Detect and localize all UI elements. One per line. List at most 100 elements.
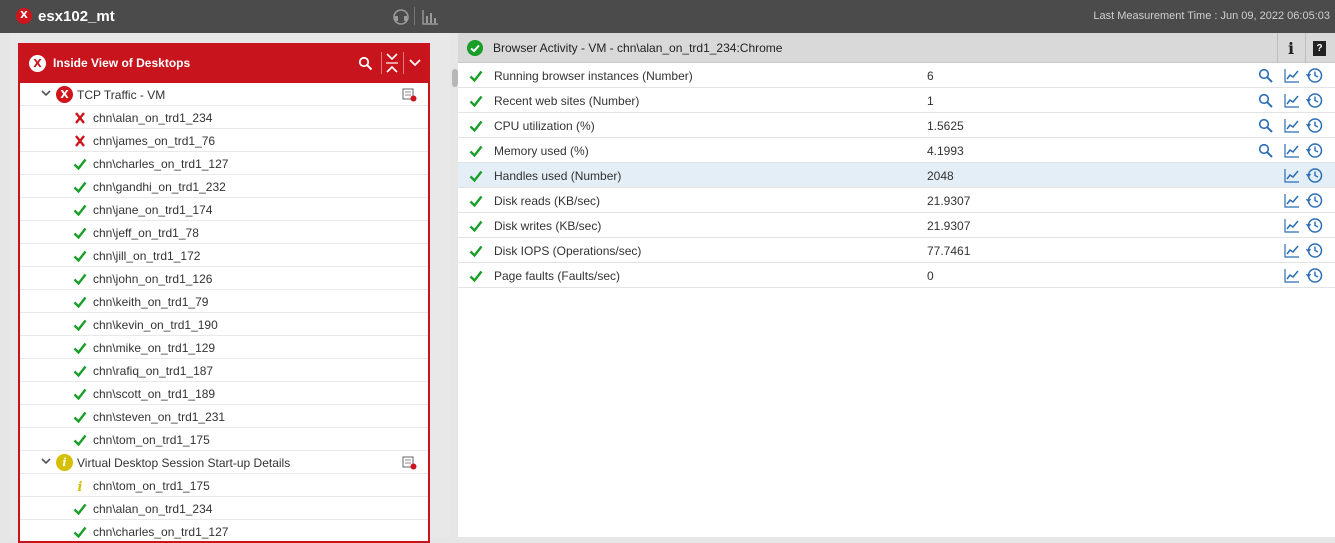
metric-row[interactable]: Disk IOPS (Operations/sec) 77.7461: [458, 238, 1335, 263]
tree-item-label: chn\alan_on_trd1_234: [93, 502, 213, 516]
check-icon: [469, 170, 483, 183]
tree-item[interactable]: chn\rafiq_on_trd1_187: [20, 359, 428, 382]
metric-name: Running browser instances (Number): [494, 69, 693, 83]
metric-row[interactable]: Page faults (Faults/sec) 0: [458, 263, 1335, 288]
chevron-down-icon[interactable]: [41, 456, 51, 466]
panel-header: X Inside View of Desktops: [20, 43, 428, 83]
tree-item[interactable]: chn\jill_on_trd1_172: [20, 244, 428, 267]
line-chart-icon[interactable]: [1284, 118, 1300, 133]
metric-name: Recent web sites (Number): [494, 94, 640, 108]
ok-status-icon: [467, 40, 483, 56]
line-chart-icon[interactable]: [1284, 68, 1300, 83]
help-button[interactable]: ?: [1313, 41, 1326, 56]
search-icon[interactable]: [358, 56, 373, 71]
tree-group-label: Virtual Desktop Session Start-up Details: [77, 456, 291, 470]
tree-item-label: chn\rafiq_on_trd1_187: [93, 364, 214, 378]
detailed-diagnosis-search-icon[interactable]: [1258, 68, 1273, 83]
tree-group[interactable]: i Virtual Desktop Session Start-up Detail…: [20, 451, 428, 474]
history-icon[interactable]: [1306, 242, 1323, 259]
history-icon[interactable]: [1306, 267, 1323, 284]
history-icon[interactable]: [1306, 67, 1323, 84]
check-icon: [469, 120, 483, 133]
check-icon: [73, 158, 87, 171]
divider: [403, 52, 404, 74]
tree-item[interactable]: chn\john_on_trd1_126: [20, 267, 428, 290]
metric-row[interactable]: Memory used (%) 4.1993: [458, 138, 1335, 163]
line-chart-icon[interactable]: [1284, 93, 1300, 108]
error-x-icon: [75, 112, 85, 124]
metric-row[interactable]: CPU utilization (%) 1.5625: [458, 113, 1335, 138]
tree-item-label: chn\alan_on_trd1_234: [93, 111, 213, 125]
collapse-all-icon[interactable]: [384, 52, 400, 74]
check-icon: [73, 342, 87, 355]
tree-item[interactable]: chn\kevin_on_trd1_190: [20, 313, 428, 336]
tree-item[interactable]: chn\james_on_trd1_76: [20, 129, 428, 152]
error-status-icon: X: [16, 8, 32, 24]
tree-item[interactable]: chn\charles_on_trd1_127: [20, 152, 428, 175]
line-chart-icon[interactable]: [1284, 193, 1300, 208]
metric-row[interactable]: Running browser instances (Number) 6: [458, 63, 1335, 88]
metric-row[interactable]: Handles used (Number) 2048: [458, 163, 1335, 188]
history-icon[interactable]: [1306, 192, 1323, 209]
tree-item[interactable]: chn\scott_on_trd1_189: [20, 382, 428, 405]
line-chart-icon[interactable]: [1284, 268, 1300, 283]
tree-item[interactable]: chn\alan_on_trd1_234: [20, 106, 428, 129]
test-title: Browser Activity - VM - chn\alan_on_trd1…: [493, 41, 783, 55]
left-pane: X Inside View of Desktops X TCP Traffic -…: [9, 33, 458, 543]
tree-item-label: chn\keith_on_trd1_79: [93, 295, 209, 309]
tree-item[interactable]: chn\jane_on_trd1_174: [20, 198, 428, 221]
tree-item[interactable]: i chn\tom_on_trd1_175: [20, 474, 428, 497]
svg-text:i: i: [78, 480, 83, 493]
metric-value: 4.1993: [927, 144, 964, 158]
right-pane: Browser Activity - VM - chn\alan_on_trd1…: [458, 33, 1335, 537]
detailed-diagnosis-search-icon[interactable]: [1258, 118, 1273, 133]
tree-item[interactable]: chn\mike_on_trd1_129: [20, 336, 428, 359]
check-icon: [73, 296, 87, 309]
history-icon[interactable]: [1306, 92, 1323, 109]
metric-name: Disk IOPS (Operations/sec): [494, 244, 642, 258]
check-icon: [469, 95, 483, 108]
history-icon[interactable]: [1306, 117, 1323, 134]
line-chart-icon[interactable]: [1284, 243, 1300, 258]
top-bar: X esx102_mt Last Measurement Time : Jun …: [0, 0, 1335, 33]
export-icon[interactable]: [402, 87, 417, 102]
detailed-diagnosis-search-icon[interactable]: [1258, 93, 1273, 108]
history-icon[interactable]: [1306, 142, 1323, 159]
export-icon[interactable]: [402, 455, 417, 470]
tree-item[interactable]: chn\jeff_on_trd1_78: [20, 221, 428, 244]
check-icon: [73, 250, 87, 263]
check-icon: [73, 204, 87, 217]
line-chart-icon[interactable]: [1284, 143, 1300, 158]
metric-row[interactable]: Disk writes (KB/sec) 21.9307: [458, 213, 1335, 238]
info-button[interactable]: i: [1284, 39, 1298, 58]
metric-row[interactable]: Disk reads (KB/sec) 21.9307: [458, 188, 1335, 213]
tree-item[interactable]: chn\charles_on_trd1_127: [20, 520, 428, 541]
tree-item[interactable]: chn\gandhi_on_trd1_232: [20, 175, 428, 198]
tree-group[interactable]: X TCP Traffic - VM: [20, 83, 428, 106]
line-chart-icon[interactable]: [1284, 168, 1300, 183]
tree-item[interactable]: chn\keith_on_trd1_79: [20, 290, 428, 313]
detailed-diagnosis-search-icon[interactable]: [1258, 143, 1273, 158]
tree-item[interactable]: chn\steven_on_trd1_231: [20, 405, 428, 428]
line-chart-icon[interactable]: [1284, 218, 1300, 233]
chevron-down-icon[interactable]: [408, 56, 422, 70]
bar-chart-icon[interactable]: [421, 8, 439, 26]
last-measurement-time: Last Measurement Time : Jun 09, 2022 06:…: [1093, 10, 1330, 22]
metric-value: 6: [927, 69, 934, 83]
tree-item-label: chn\jane_on_trd1_174: [93, 203, 213, 217]
metric-name: Disk writes (KB/sec): [494, 219, 602, 233]
component-title: esx102_mt: [38, 8, 115, 25]
tree-item-label: chn\kevin_on_trd1_190: [93, 318, 218, 332]
tree-item[interactable]: chn\tom_on_trd1_175: [20, 428, 428, 451]
check-icon: [73, 365, 87, 378]
tree-group-label: TCP Traffic - VM: [77, 88, 166, 102]
history-icon[interactable]: [1306, 167, 1323, 184]
metric-row[interactable]: Recent web sites (Number) 1: [458, 88, 1335, 113]
tree-item[interactable]: chn\alan_on_trd1_234: [20, 497, 428, 520]
tree-item-label: chn\scott_on_trd1_189: [93, 387, 216, 401]
metric-name: CPU utilization (%): [494, 119, 595, 133]
headset-icon[interactable]: [392, 8, 410, 26]
chevron-down-icon[interactable]: [41, 88, 51, 98]
history-icon[interactable]: [1306, 217, 1323, 234]
divider: [1305, 33, 1306, 63]
